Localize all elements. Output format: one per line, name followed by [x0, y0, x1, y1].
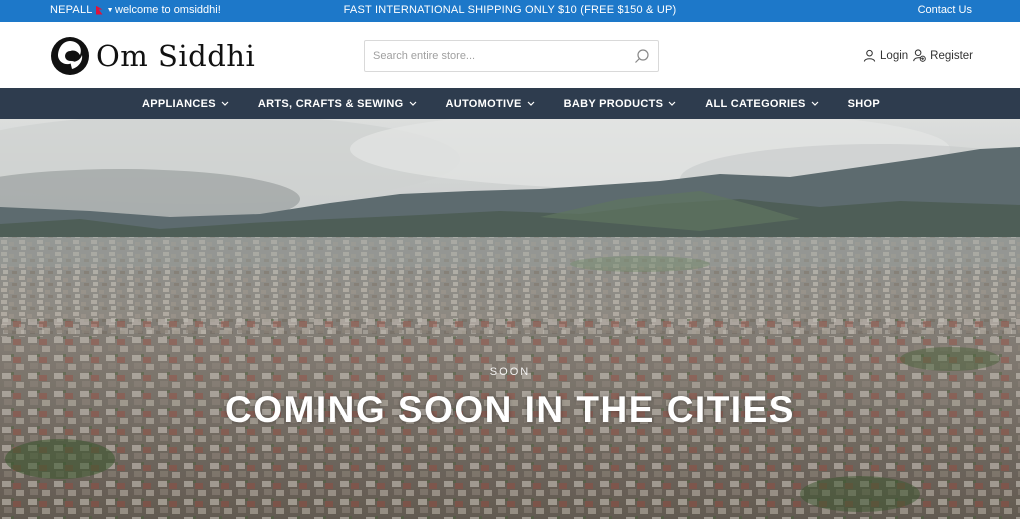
nav-item-shop[interactable]: SHOP — [848, 98, 880, 110]
shipping-banner: FAST INTERNATIONAL SHIPPING ONLY $10 (FR… — [343, 4, 677, 16]
chevron-down-icon — [409, 101, 416, 106]
account-links: Login Register — [863, 49, 973, 62]
search-icon[interactable] — [634, 48, 650, 64]
search-box — [364, 40, 659, 72]
om-siddhi-logo-icon — [51, 37, 89, 75]
city-aerial-image — [0, 119, 1020, 519]
nav-item-label: BABY PRODUCTS — [563, 97, 664, 110]
logo[interactable]: Om Siddhi — [50, 36, 255, 76]
nav-item-arts-crafts-sewing[interactable]: ARTS, CRAFTS & SEWING — [258, 98, 417, 110]
register-link[interactable]: Register — [913, 49, 973, 62]
add-user-icon — [913, 49, 926, 62]
nav-item-appliances[interactable]: APPLIANCES — [142, 98, 229, 110]
hero-headline: COMING SOON IN THE CITIES — [225, 389, 795, 430]
main-nav: APPLIANCES ARTS, CRAFTS & SEWING AUTOMOT… — [0, 88, 1020, 119]
top-bar: NEPALL ▼ welcome to omsiddhi! FAST INTER… — [0, 0, 1020, 22]
nav-item-label: AUTOMOTIVE — [445, 97, 522, 110]
login-label: Login — [880, 49, 909, 62]
contact-us-link[interactable]: Contact Us — [918, 4, 972, 16]
site-header: Om Siddhi Login Register — [0, 22, 1020, 88]
chevron-down-icon — [527, 101, 535, 106]
nav-item-all-categories[interactable]: ALL CATEGORIES — [705, 97, 819, 110]
hero-banner[interactable]: SOON COMING SOON IN THE CITIES — [0, 119, 1020, 519]
chevron-down-icon — [668, 101, 676, 106]
nav-item-automotive[interactable]: AUTOMOTIVE — [446, 98, 535, 110]
nav-item-label: ARTS, CRAFTS & SEWING — [257, 97, 404, 110]
search-input[interactable] — [365, 41, 620, 71]
nav-item-label: ALL CATEGORIES — [705, 97, 806, 110]
chevron-down-icon — [221, 101, 229, 106]
nav-item-baby-products[interactable]: BABY PRODUCTS — [564, 98, 677, 110]
chevron-down-icon — [811, 101, 819, 106]
register-label: Register — [930, 49, 973, 62]
nav-item-label: SHOP — [847, 97, 881, 110]
login-link[interactable]: Login — [863, 49, 908, 62]
hero-kicker: SOON — [489, 366, 531, 378]
nav-item-label: APPLIANCES — [141, 97, 216, 110]
user-icon — [863, 49, 876, 62]
logo-text: Om Siddhi — [96, 39, 256, 73]
